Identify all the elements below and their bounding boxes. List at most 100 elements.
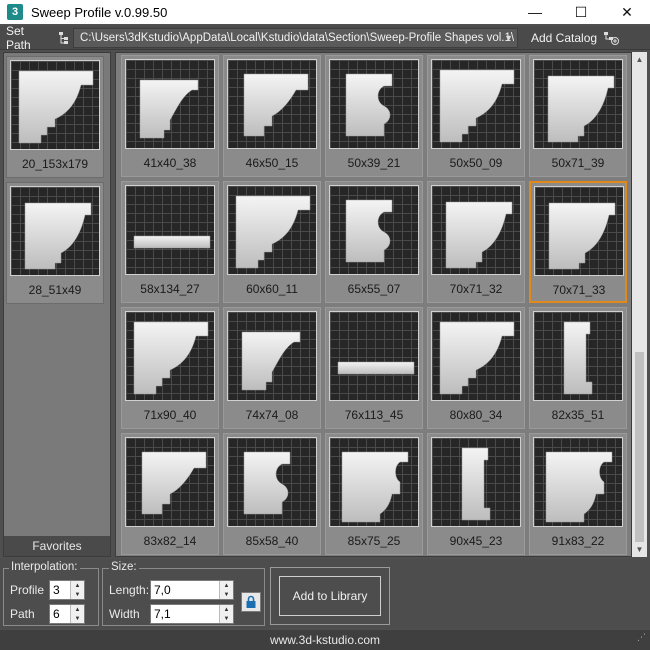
stepper-down-icon[interactable]: ▼ bbox=[71, 614, 84, 623]
stepper-down-icon[interactable]: ▼ bbox=[71, 590, 84, 599]
width-stepper[interactable]: 7,1 ▲ ▼ bbox=[150, 604, 234, 624]
profile-tile[interactable]: 91x83_22 bbox=[529, 433, 627, 555]
profile-tile-selected[interactable]: 70x71_33 bbox=[529, 181, 627, 303]
footer: www.3d-kstudio.com ⋰ bbox=[0, 630, 650, 650]
scrollbar-thumb[interactable] bbox=[635, 352, 644, 542]
app-icon: 3 bbox=[7, 4, 23, 20]
title-bar: 3 Sweep Profile v.0.99.50 — ☐ ✕ bbox=[0, 0, 650, 24]
profile-label: 85x58_40 bbox=[245, 534, 299, 548]
close-button[interactable]: ✕ bbox=[604, 0, 650, 24]
path-value: 6 bbox=[53, 607, 60, 621]
profile-thumbnail bbox=[125, 59, 215, 149]
stepper-up-icon[interactable]: ▲ bbox=[220, 605, 233, 614]
add-to-library-button[interactable]: Add to Library bbox=[279, 576, 381, 616]
stepper-up-icon[interactable]: ▲ bbox=[220, 581, 233, 590]
stepper-down-icon[interactable]: ▼ bbox=[220, 614, 233, 623]
profile-tile[interactable]: 76x113_45 bbox=[325, 307, 423, 429]
profile-stepper[interactable]: 3 ▲ ▼ bbox=[49, 580, 85, 600]
window-controls: — ☐ ✕ bbox=[512, 0, 650, 24]
profile-thumbnail bbox=[227, 185, 317, 275]
profile-label: 80x80_34 bbox=[449, 408, 503, 422]
profile-tile[interactable]: 41x40_38 bbox=[121, 55, 219, 177]
profile-thumbnail bbox=[125, 437, 215, 527]
profile-tile[interactable]: 50x39_21 bbox=[325, 55, 423, 177]
profile-thumbnail bbox=[534, 186, 624, 276]
grid-scrollbar[interactable]: ▲ ▼ bbox=[632, 52, 647, 557]
interpolation-title: Interpolation: bbox=[9, 561, 80, 573]
length-label: Length: bbox=[109, 583, 150, 597]
profile-thumbnail bbox=[533, 311, 623, 401]
profile-tile[interactable]: 58x134_27 bbox=[121, 181, 219, 303]
lock-aspect-button[interactable] bbox=[241, 592, 261, 612]
favorite-tile[interactable]: 20_153x179 bbox=[6, 56, 104, 178]
profile-tile[interactable]: 71x90_40 bbox=[121, 307, 219, 429]
favorites-tab[interactable]: Favorites bbox=[4, 536, 110, 556]
scroll-up-icon[interactable]: ▲ bbox=[632, 52, 647, 67]
profile-label: 41x40_38 bbox=[143, 156, 197, 170]
profile-thumbnail bbox=[533, 437, 623, 527]
profile-label: Profile bbox=[10, 583, 45, 597]
add-catalog-button[interactable]: Add Catalog bbox=[525, 26, 625, 50]
profile-thumbnail bbox=[10, 60, 100, 150]
profile-tile[interactable]: 82x35_51 bbox=[529, 307, 627, 429]
profile-tile[interactable]: 74x74_08 bbox=[223, 307, 321, 429]
profile-thumbnail bbox=[329, 185, 419, 275]
profile-label: 82x35_51 bbox=[551, 408, 605, 422]
profile-tile[interactable]: 83x82_14 bbox=[121, 433, 219, 555]
path-stepper[interactable]: 6 ▲ ▼ bbox=[49, 604, 85, 624]
lock-icon bbox=[246, 595, 256, 608]
size-title: Size: bbox=[109, 561, 139, 573]
profile-grid: 41x40_38 46x50_15 50x39_21 50x50_09 50x7… bbox=[115, 52, 632, 557]
profile-tile[interactable]: 60x60_11 bbox=[223, 181, 321, 303]
profile-thumbnail bbox=[533, 59, 623, 149]
set-path-label: Set Path bbox=[6, 23, 31, 52]
path-value: C:\Users\3dKstudio\AppData\Local\Kstudio… bbox=[80, 32, 515, 44]
length-value: 7,0 bbox=[154, 583, 171, 597]
minimize-button[interactable]: — bbox=[512, 0, 558, 24]
path-dropdown[interactable]: C:\Users\3dKstudio\AppData\Local\Kstudio… bbox=[73, 28, 518, 48]
profile-thumbnail bbox=[329, 311, 419, 401]
profile-thumbnail bbox=[227, 59, 317, 149]
profile-tile[interactable]: 85x58_40 bbox=[223, 433, 321, 555]
favorite-label: 20_153x179 bbox=[21, 157, 89, 171]
profile-label: 85x75_25 bbox=[347, 534, 401, 548]
resize-grip-icon[interactable]: ⋰ bbox=[637, 627, 646, 647]
maximize-button[interactable]: ☐ bbox=[558, 0, 604, 24]
profile-thumbnail bbox=[431, 311, 521, 401]
stepper-up-icon[interactable]: ▲ bbox=[71, 605, 84, 614]
profile-label: 50x39_21 bbox=[347, 156, 401, 170]
interpolation-group: Interpolation: Profile 3 ▲ ▼ Path 6 ▲ ▼ bbox=[3, 561, 99, 626]
path-tree-icon bbox=[59, 31, 68, 44]
profile-tile[interactable]: 65x55_07 bbox=[325, 181, 423, 303]
width-label: Width bbox=[109, 607, 140, 621]
profile-label: 58x134_27 bbox=[140, 282, 200, 296]
profile-tile[interactable]: 46x50_15 bbox=[223, 55, 321, 177]
profile-thumbnail bbox=[329, 59, 419, 149]
profile-label: 83x82_14 bbox=[143, 534, 197, 548]
profile-tile[interactable]: 70x71_32 bbox=[427, 181, 525, 303]
favorites-panel: 20_153x179 28_51x49 Favorites bbox=[3, 52, 111, 557]
favorite-tile[interactable]: 28_51x49 bbox=[6, 182, 104, 304]
stepper-down-icon[interactable]: ▼ bbox=[220, 590, 233, 599]
profile-label: 90x45_23 bbox=[449, 534, 503, 548]
profile-tile[interactable]: 90x45_23 bbox=[427, 433, 525, 555]
chevron-down-icon: ▼ bbox=[504, 33, 513, 43]
add-to-library-frame: Add to Library bbox=[270, 567, 390, 625]
profile-label: 70x71_32 bbox=[449, 282, 503, 296]
profile-tile[interactable]: 85x75_25 bbox=[325, 433, 423, 555]
profile-tile[interactable]: 50x50_09 bbox=[427, 55, 525, 177]
path-label: Path bbox=[10, 607, 35, 621]
profile-label: 46x50_15 bbox=[245, 156, 299, 170]
scroll-down-icon[interactable]: ▼ bbox=[632, 542, 647, 557]
profile-label: 50x71_39 bbox=[551, 156, 605, 170]
add-catalog-icon bbox=[604, 32, 620, 45]
profile-thumbnail bbox=[125, 311, 215, 401]
stepper-up-icon[interactable]: ▲ bbox=[71, 581, 84, 590]
set-path-button[interactable]: Set Path bbox=[0, 23, 70, 52]
website-link[interactable]: www.3d-kstudio.com bbox=[270, 633, 380, 647]
profile-tile[interactable]: 80x80_34 bbox=[427, 307, 525, 429]
profile-thumbnail bbox=[227, 311, 317, 401]
window-title: Sweep Profile v.0.99.50 bbox=[31, 4, 168, 20]
length-stepper[interactable]: 7,0 ▲ ▼ bbox=[150, 580, 234, 600]
profile-tile[interactable]: 50x71_39 bbox=[529, 55, 627, 177]
